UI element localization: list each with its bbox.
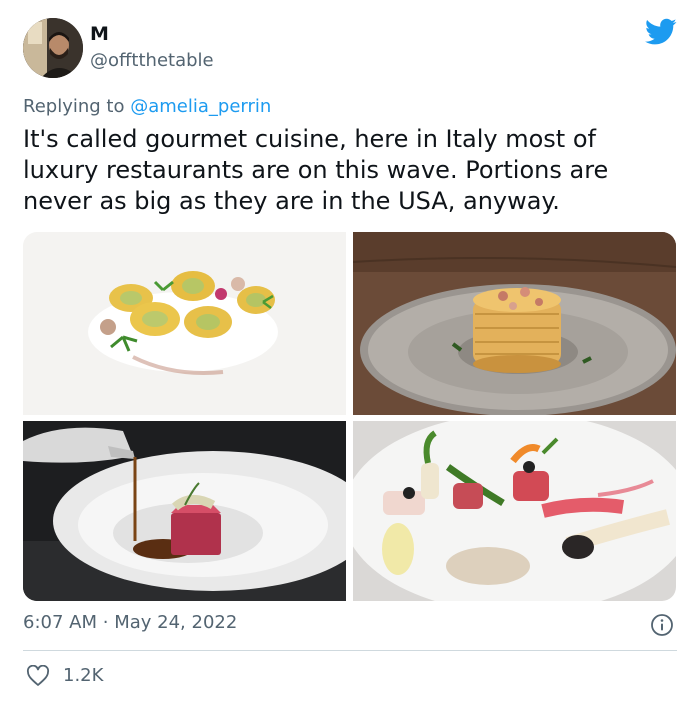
user-handle[interactable]: @offtthetable bbox=[90, 50, 214, 71]
mention-link[interactable]: @amelia_perrin bbox=[130, 96, 271, 117]
media-grid bbox=[23, 232, 676, 601]
twitter-bird-icon bbox=[645, 18, 677, 45]
tweet-card: M @offtthetable Replying to @amelia_perr… bbox=[0, 0, 700, 703]
like-count[interactable]: 1.2K bbox=[63, 665, 103, 686]
photo-pasta-nest[interactable] bbox=[353, 232, 676, 415]
tweet-time: 6:07 AM bbox=[23, 612, 97, 633]
tweet-text: It's called gourmet cuisine, here in Ita… bbox=[23, 125, 609, 215]
replying-to-label: Replying to bbox=[23, 96, 125, 117]
photo-meat-plate[interactable] bbox=[23, 421, 346, 601]
meta-separator: · bbox=[102, 612, 109, 633]
tweet-date: May 24, 2022 bbox=[114, 612, 238, 633]
info-icon[interactable] bbox=[650, 613, 674, 637]
display-name[interactable]: M bbox=[90, 23, 109, 45]
photo-tasting-plate[interactable] bbox=[353, 421, 676, 601]
heart-outline-icon[interactable] bbox=[26, 665, 50, 687]
photo-ravioli[interactable] bbox=[23, 232, 346, 415]
avatar[interactable] bbox=[23, 18, 83, 78]
replying-to: Replying to @amelia_perrin bbox=[23, 96, 271, 117]
divider bbox=[23, 650, 677, 651]
timestamp[interactable]: 6:07 AM · May 24, 2022 bbox=[23, 612, 237, 633]
